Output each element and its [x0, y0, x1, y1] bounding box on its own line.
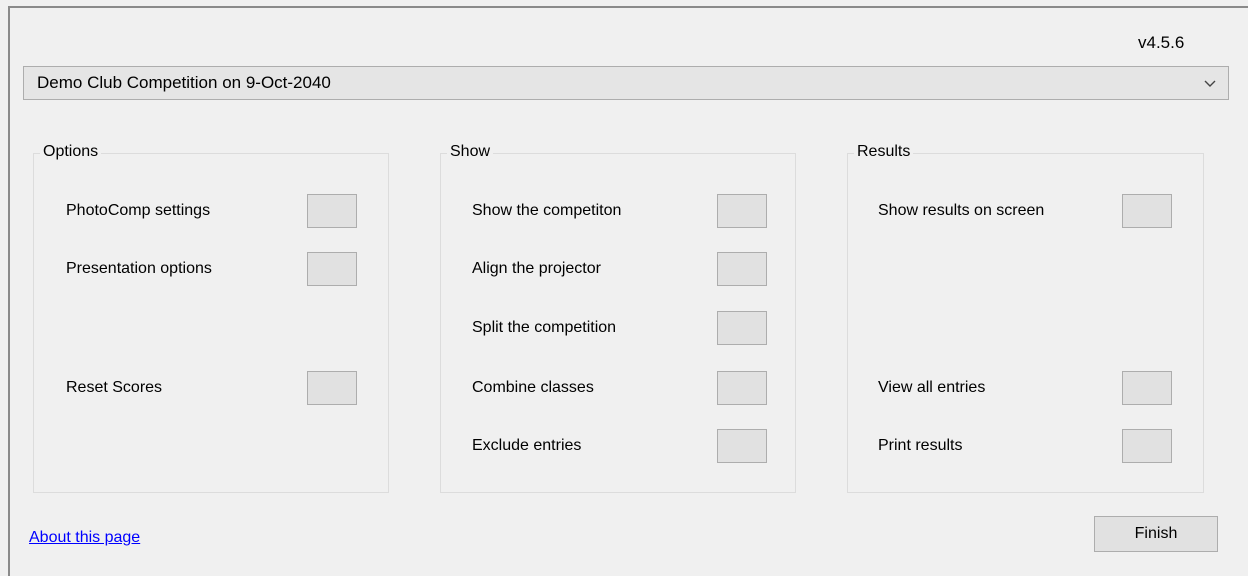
print-results-button[interactable]	[1122, 429, 1172, 463]
results-group-title: Results	[854, 143, 914, 161]
finish-button[interactable]: Finish	[1094, 516, 1218, 552]
chevron-down-icon	[1204, 80, 1216, 87]
show-results-on-screen-label: Show results on screen	[878, 202, 1045, 219]
photocomp-settings-button[interactable]	[307, 194, 357, 228]
presentation-options-label: Presentation options	[66, 260, 212, 277]
show-competition-button[interactable]	[717, 194, 767, 228]
split-competition-label: Split the competition	[472, 319, 617, 336]
view-all-entries-label: View all entries	[878, 379, 986, 396]
exclude-entries-label: Exclude entries	[472, 437, 582, 454]
presentation-options-button[interactable]	[307, 252, 357, 286]
version-label: v4.5.6	[1138, 33, 1185, 52]
reset-scores-label: Reset Scores	[66, 379, 163, 396]
combine-classes-label: Combine classes	[472, 379, 594, 396]
show-results-on-screen-button[interactable]	[1122, 194, 1172, 228]
about-this-page-link[interactable]: About this page	[29, 529, 140, 547]
print-results-label: Print results	[878, 437, 963, 454]
view-all-entries-button[interactable]	[1122, 371, 1172, 405]
competition-dropdown-value: Demo Club Competition on 9-Oct-2040	[37, 73, 331, 92]
options-group-title: Options	[40, 143, 102, 161]
photocomp-settings-label: PhotoComp settings	[66, 202, 211, 219]
show-group-title: Show	[447, 143, 494, 161]
split-competition-button[interactable]	[717, 311, 767, 345]
align-projector-label: Align the projector	[472, 260, 601, 277]
align-projector-button[interactable]	[717, 252, 767, 286]
reset-scores-button[interactable]	[307, 371, 357, 405]
competition-dropdown[interactable]: Demo Club Competition on 9-Oct-2040	[23, 66, 1229, 100]
show-competition-label: Show the competiton	[472, 202, 622, 219]
exclude-entries-button[interactable]	[717, 429, 767, 463]
combine-classes-button[interactable]	[717, 371, 767, 405]
